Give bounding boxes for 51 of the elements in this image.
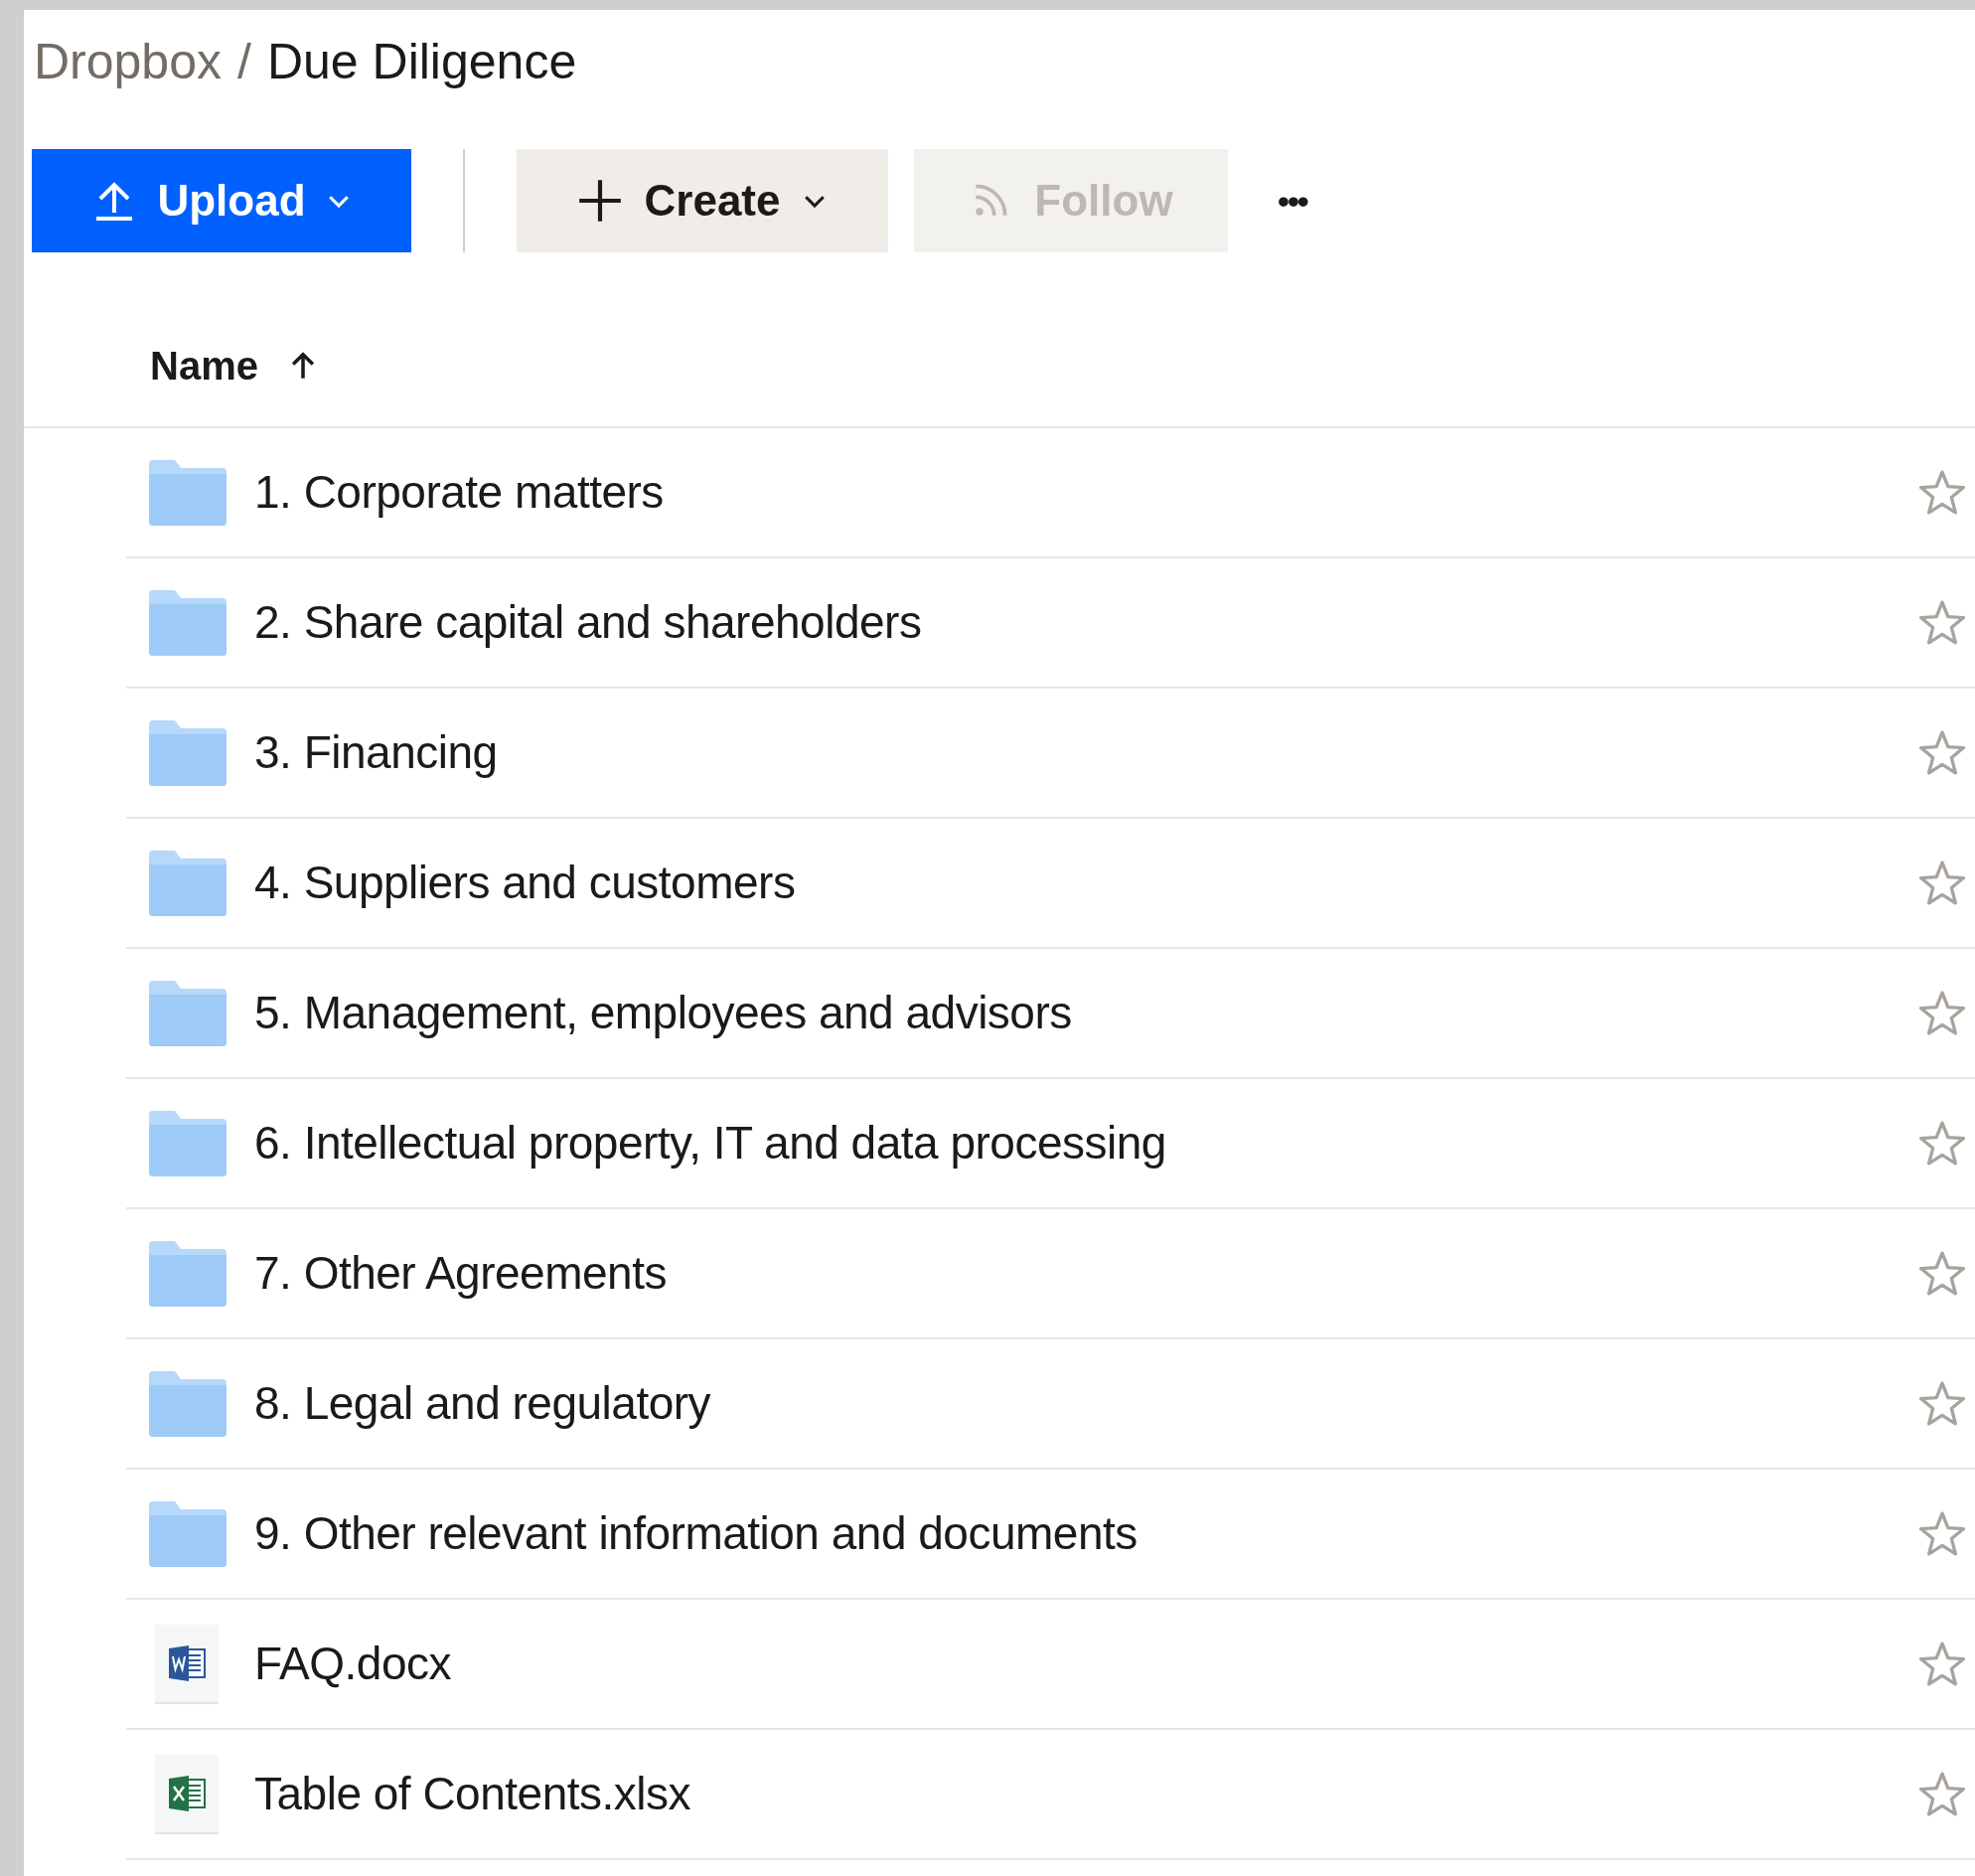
file-row[interactable]: Table of Contents.xlsx xyxy=(126,1730,1975,1860)
star-icon[interactable] xyxy=(1917,1509,1967,1558)
file-row[interactable]: 4. Suppliers and customers xyxy=(126,819,1975,949)
breadcrumb-link[interactable]: Dropbox xyxy=(34,24,222,99)
more-options-button[interactable]: ••• xyxy=(1268,175,1317,227)
folder-icon xyxy=(149,1370,227,1437)
spreadsheet-icon xyxy=(167,1774,207,1812)
file-row[interactable]: FAQ.docx xyxy=(126,1600,1975,1730)
star-icon[interactable] xyxy=(1917,989,1967,1037)
file-name: 3. Financing xyxy=(254,725,498,780)
file-name: 4. Suppliers and customers xyxy=(254,856,796,910)
star-icon[interactable] xyxy=(1917,1640,1967,1688)
folder-icon xyxy=(149,1240,227,1307)
file-row[interactable]: 7. Other Agreements xyxy=(126,1209,1975,1339)
upload-button[interactable]: Upload xyxy=(32,149,411,252)
star-icon[interactable] xyxy=(1917,1249,1967,1298)
star-icon[interactable] xyxy=(1917,1119,1967,1168)
create-button[interactable]: Create xyxy=(517,149,888,252)
file-row[interactable]: 3. Financing xyxy=(126,689,1975,819)
star-icon[interactable] xyxy=(1917,1770,1967,1818)
name-column-header[interactable]: Name xyxy=(150,336,320,395)
file-row[interactable]: 8. Legal and regulatory xyxy=(126,1339,1975,1470)
folder-icon xyxy=(149,980,227,1046)
star-icon[interactable] xyxy=(1917,598,1967,647)
file-row[interactable]: 6. Intellectual property, IT and data processing xyxy=(126,1079,1975,1209)
star-icon[interactable] xyxy=(1917,728,1967,777)
file-name: 9. Other relevant information and documents xyxy=(254,1506,1138,1561)
file-row[interactable]: 9. Other relevant information and documents xyxy=(126,1470,1975,1600)
folder-icon xyxy=(149,850,227,916)
file-name: 6. Intellectual property, IT and data processing xyxy=(254,1116,1166,1171)
folder-icon xyxy=(149,459,227,526)
file-row[interactable]: 1. Corporate matters xyxy=(126,428,1975,558)
file-name: 8. Legal and regulatory xyxy=(254,1376,711,1431)
file-name: 2. Share capital and shareholders xyxy=(254,595,922,650)
file-row[interactable]: 5. Management, employees and advisors xyxy=(126,949,1975,1079)
file-name: 5. Management, employees and advisors xyxy=(254,986,1072,1040)
file-name: 1. Corporate matters xyxy=(254,465,664,520)
folder-title: Due Diligence xyxy=(266,32,577,91)
folder-icon xyxy=(149,589,227,656)
file-row[interactable]: 2. Share capital and shareholders xyxy=(126,558,1975,689)
folder-icon xyxy=(149,1110,227,1176)
folder-icon xyxy=(149,1500,227,1567)
file-name: 7. Other Agreements xyxy=(254,1246,667,1301)
star-icon[interactable] xyxy=(1917,1379,1967,1428)
breadcrumb-separator: / xyxy=(237,32,251,91)
star-icon[interactable] xyxy=(1917,859,1967,907)
file-name: Table of Contents.xlsx xyxy=(254,1767,690,1821)
folder-icon xyxy=(149,719,227,786)
star-icon[interactable] xyxy=(1917,468,1967,517)
file-name: FAQ.docx xyxy=(254,1637,451,1691)
word-document-icon xyxy=(167,1643,207,1682)
